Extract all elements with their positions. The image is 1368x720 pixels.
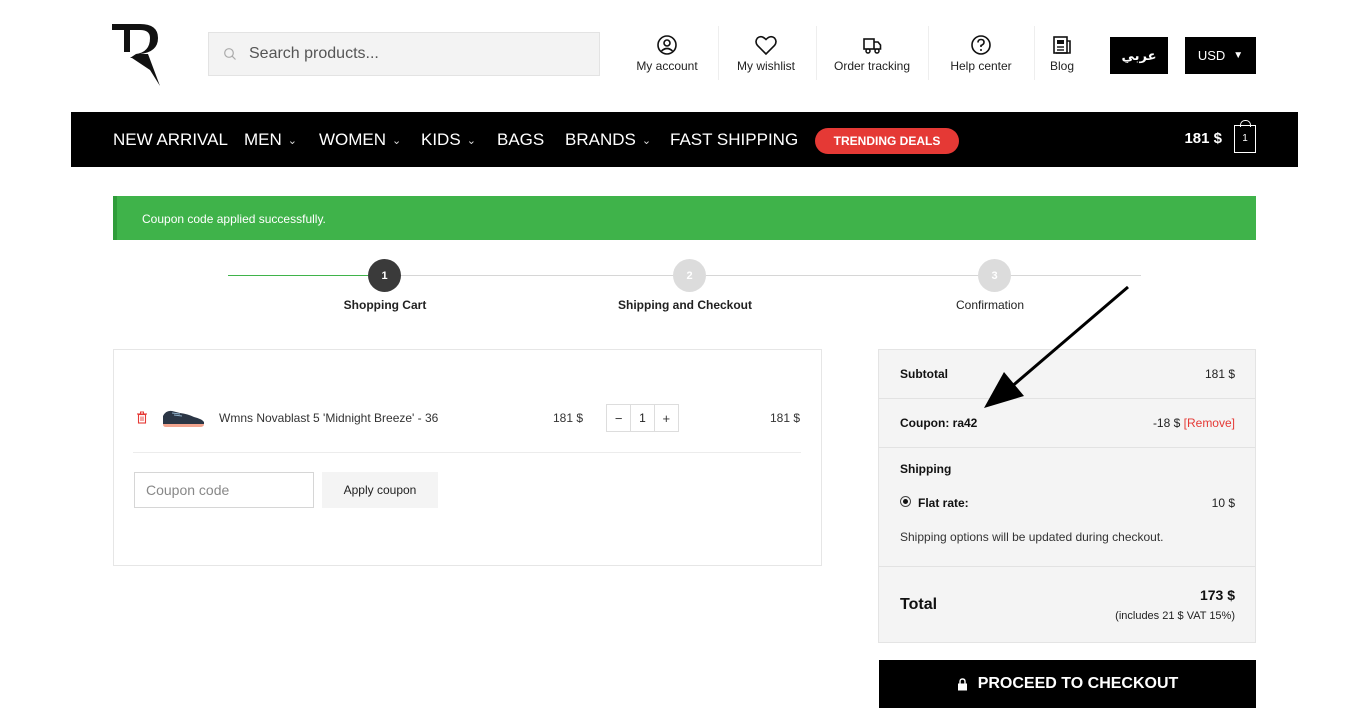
help-center-link[interactable]: Help center [940, 34, 1022, 78]
nav-item-label: MEN [244, 130, 282, 149]
proceed-to-checkout-label: PROCEED TO CHECKOUT [977, 675, 1179, 692]
totals-divider [879, 447, 1255, 448]
lock-icon [957, 677, 967, 690]
product-price: 181 $ [553, 411, 584, 425]
shipping-note: Shipping options will be updated during … [900, 530, 1164, 544]
vat-note: (includes 21 $ VAT 15%) [1115, 610, 1235, 622]
quantity-decrease-button[interactable]: − [607, 411, 630, 426]
subtotal-label: Subtotal [900, 367, 948, 381]
step-progress-line [1011, 275, 1141, 276]
blog-link[interactable]: Blog [1042, 34, 1082, 78]
nav-item-label: BAGS [497, 130, 545, 149]
help-icon [971, 35, 991, 55]
chevron-down-icon: ▼ [1233, 50, 1244, 61]
step-progress-line [706, 275, 978, 276]
search-bar[interactable]: Search products... [208, 32, 600, 76]
blog-label: Blog [1049, 59, 1075, 73]
trending-deals-label: TRENDING DEALS [833, 134, 941, 148]
step-progress-line [228, 275, 368, 276]
heart-icon [755, 35, 777, 56]
step-2-label: Shipping and Checkout [618, 298, 752, 312]
total-label: Total [900, 596, 938, 613]
nav-item-label: KIDS [421, 130, 461, 149]
help-center-label: Help center [950, 59, 1012, 73]
nav-item-men[interactable]: MEN ⌄ [244, 130, 297, 150]
product-name-link[interactable]: Wmns Novablast 5 'Midnight Breeze' - 36 [219, 411, 438, 425]
account-icon [657, 35, 677, 55]
flat-rate-label: Flat rate: [918, 496, 969, 510]
language-label: عربي [1121, 47, 1157, 63]
proceed-to-checkout-button[interactable]: PROCEED TO CHECKOUT [879, 660, 1256, 708]
apply-coupon-button[interactable]: Apply coupon [322, 472, 438, 508]
quantity-stepper[interactable]: − 1 + [606, 404, 679, 432]
order-tracking-label: Order tracking [833, 59, 911, 73]
nav-item-kids[interactable]: KIDS ⌄ [421, 130, 476, 150]
nav-cart-total[interactable]: 181 $ [1184, 130, 1222, 147]
my-wishlist-link[interactable]: My wishlist [728, 34, 804, 78]
search-input[interactable]: Search products... [249, 45, 379, 63]
language-switch-button[interactable]: عربي [1110, 37, 1168, 74]
chevron-down-icon: ⌄ [466, 134, 476, 147]
cart-count-badge: 1 [1242, 133, 1248, 144]
step-1-circle: 1 [368, 259, 401, 292]
nav-item-new-arrival[interactable]: NEW ARRIVAL [113, 130, 228, 150]
chevron-down-icon: ⌄ [287, 134, 297, 147]
step-number: 1 [381, 269, 388, 282]
nav-item-women[interactable]: WOMEN ⌄ [319, 130, 401, 150]
flat-rate-value: 10 $ [1211, 496, 1235, 510]
currency-label: USD [1197, 48, 1226, 63]
nav-item-label: BRANDS [565, 130, 636, 149]
cart-bag-icon[interactable]: 1 [1234, 120, 1256, 153]
header-divider [816, 26, 817, 80]
step-progress-line [401, 275, 673, 276]
product-thumbnail[interactable] [160, 404, 206, 430]
nav-item-label: WOMEN [319, 130, 387, 149]
trending-deals-button[interactable]: TRENDING DEALS [815, 128, 959, 154]
coupon-discount-value: -18 $ [1152, 416, 1181, 430]
my-account-link[interactable]: My account [628, 34, 706, 78]
nav-item-bags[interactable]: BAGS [497, 130, 544, 150]
my-wishlist-label: My wishlist [736, 59, 795, 73]
nav-item-label: NEW ARRIVAL [113, 130, 228, 149]
quantity-input[interactable]: 1 [630, 405, 655, 431]
totals-divider [879, 566, 1255, 567]
quantity-increase-button[interactable]: + [655, 411, 678, 426]
truck-icon [863, 38, 882, 54]
search-icon [224, 48, 236, 60]
shipping-label: Shipping [900, 462, 952, 476]
step-number: 2 [686, 269, 693, 282]
step-1-label: Shopping Cart [343, 298, 427, 312]
nav-item-label: FAST SHIPPING [670, 130, 799, 149]
coupon-label: Coupon: ra42 [900, 416, 978, 430]
success-notice: Coupon code applied successfully. [113, 196, 1256, 240]
newspaper-icon [1053, 36, 1071, 54]
header-divider [928, 26, 929, 80]
main-navigation: NEW ARRIVAL MEN ⌄ WOMEN ⌄ KIDS ⌄ BAGS BR… [71, 112, 1298, 167]
coupon-code-input[interactable]: Coupon code [134, 472, 314, 508]
row-divider [133, 452, 801, 453]
nav-item-fast-shipping[interactable]: FAST SHIPPING [670, 130, 798, 150]
product-subtotal: 181 $ [770, 411, 801, 425]
step-2-circle: 2 [673, 259, 706, 292]
remove-coupon-link[interactable]: [Remove] [1184, 416, 1235, 430]
my-account-label: My account [636, 59, 698, 73]
order-tracking-link[interactable]: Order tracking [826, 34, 918, 78]
header-divider [718, 26, 719, 80]
success-notice-text: Coupon code applied successfully. [142, 212, 326, 226]
header-divider [1034, 26, 1035, 80]
trash-icon[interactable] [136, 411, 148, 424]
chevron-down-icon: ⌄ [392, 134, 402, 147]
nav-item-brands[interactable]: BRANDS ⌄ [565, 130, 651, 150]
currency-select[interactable]: USD ▼ [1185, 37, 1256, 74]
chevron-down-icon: ⌄ [641, 134, 652, 147]
annotation-arrow-icon [984, 285, 1129, 408]
flat-rate-radio[interactable] [900, 496, 911, 507]
total-value: 173 $ [1199, 587, 1235, 603]
cart-items-panel [113, 349, 822, 566]
site-logo[interactable] [110, 18, 166, 88]
apply-coupon-label: Apply coupon [343, 483, 417, 497]
